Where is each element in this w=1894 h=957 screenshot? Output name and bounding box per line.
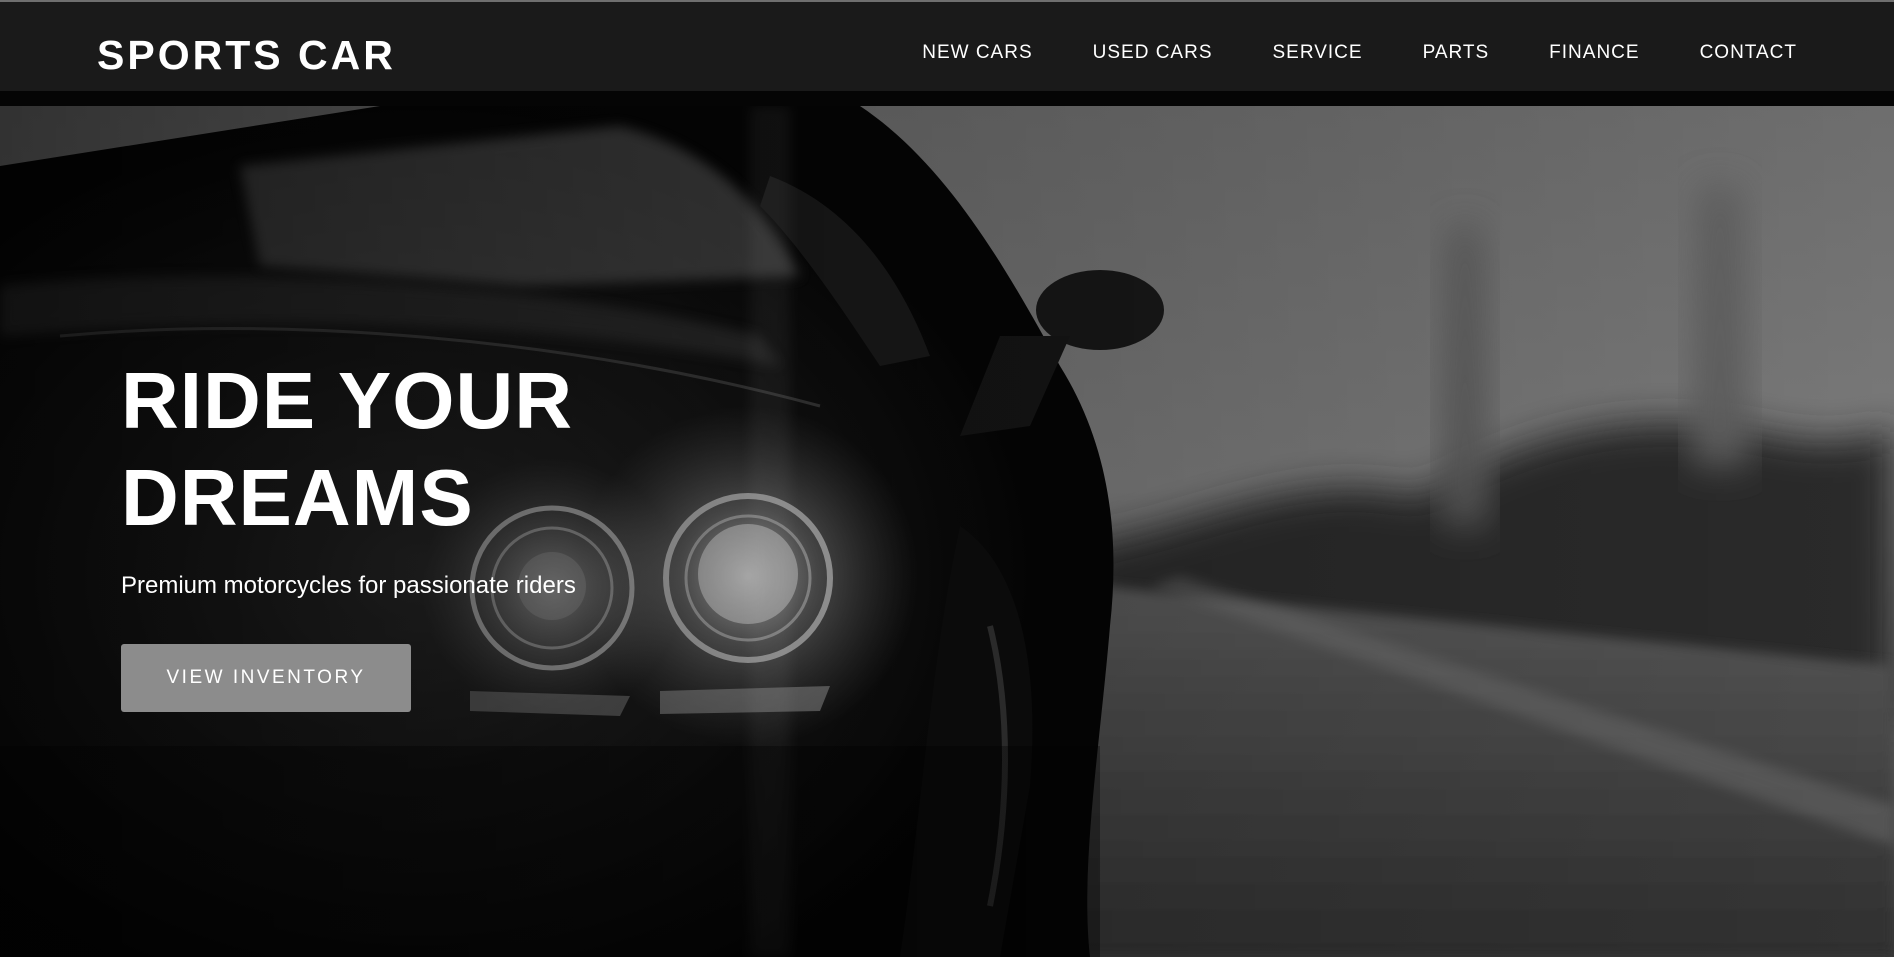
header-shadow — [0, 91, 1894, 106]
hero-title: RIDE YOUR DREAMS — [121, 352, 576, 546]
hero-section: RIDE YOUR DREAMS Premium motorcycles for … — [0, 106, 1894, 957]
view-inventory-button[interactable]: VIEW INVENTORY — [121, 644, 411, 712]
hero-content: RIDE YOUR DREAMS Premium motorcycles for … — [121, 352, 576, 712]
nav-finance[interactable]: FINANCE — [1549, 42, 1639, 64]
nav-contact[interactable]: CONTACT — [1700, 42, 1797, 64]
site-logo[interactable]: SPORTS CAR — [97, 33, 396, 77]
nav-used-cars[interactable]: USED CARS — [1093, 42, 1213, 64]
nav-parts[interactable]: PARTS — [1423, 42, 1490, 64]
nav-new-cars[interactable]: NEW CARS — [922, 42, 1032, 64]
page: SPORTS CAR NEW CARS USED CARS SERVICE PA… — [0, 0, 1894, 957]
hero-title-line1: RIDE YOUR — [121, 356, 574, 445]
hero-subtitle: Premium motorcycles for passionate rider… — [121, 572, 576, 599]
main-nav: NEW CARS USED CARS SERVICE PARTS FINANCE… — [862, 42, 1797, 64]
site-header: SPORTS CAR NEW CARS USED CARS SERVICE PA… — [0, 0, 1894, 91]
hero-title-line2: DREAMS — [121, 453, 474, 542]
nav-service[interactable]: SERVICE — [1273, 42, 1363, 64]
